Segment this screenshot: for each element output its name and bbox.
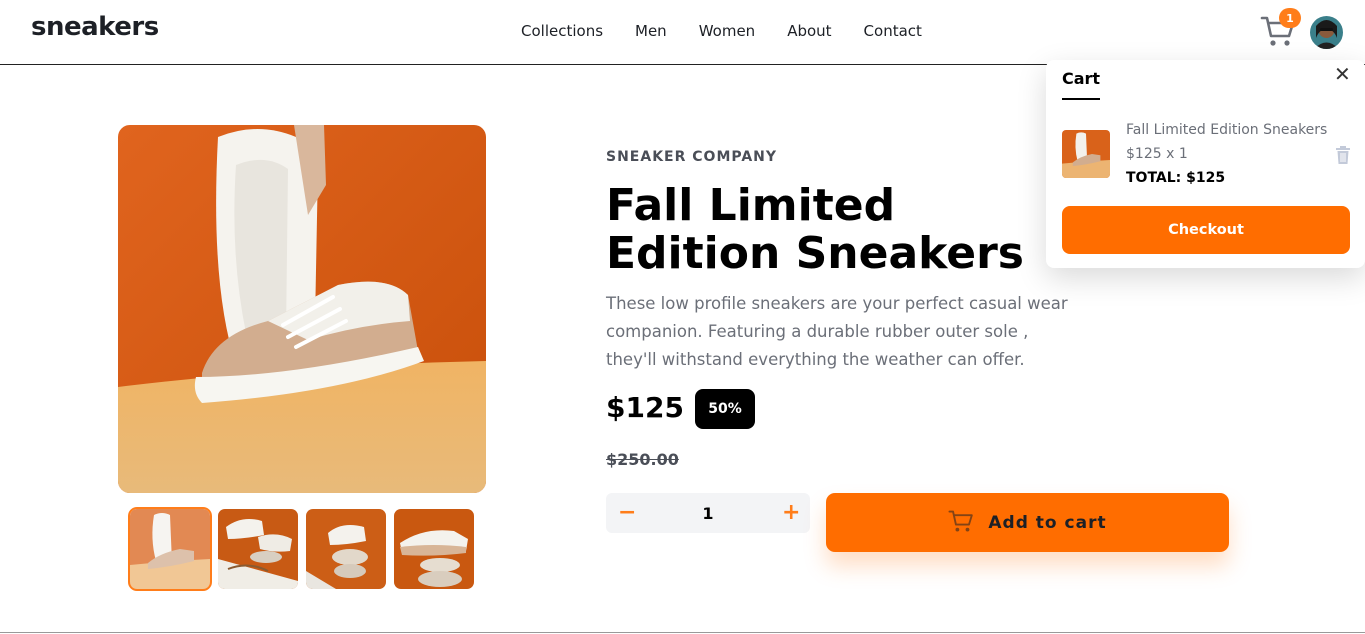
nav-collections[interactable]: Collections [521, 22, 603, 40]
product-description: These low profile sneakers are your perf… [606, 294, 1068, 369]
trash-icon[interactable] [1335, 146, 1351, 164]
cart-item-name: Fall Limited Edition Sneakers [1126, 122, 1328, 138]
cart-title: Cart [1062, 69, 1101, 100]
main-nav: Collections Men Women About Contact [505, 22, 938, 40]
cart-total: TOTAL: $125 [1126, 170, 1226, 186]
nav-men[interactable]: Men [635, 22, 667, 40]
thumbnail-1[interactable] [128, 507, 212, 591]
increase-quantity-button[interactable]: + [782, 502, 800, 524]
company-label: SNEAKER COMPANY [606, 149, 778, 165]
checkout-button[interactable]: Checkout [1062, 206, 1350, 254]
close-icon[interactable]: ✕ [1334, 62, 1351, 86]
original-price: $250.00 [606, 450, 679, 469]
avatar[interactable] [1310, 16, 1343, 49]
discount-badge: 50% [695, 389, 755, 429]
decrease-quantity-button[interactable]: − [618, 502, 636, 524]
nav-about[interactable]: About [787, 22, 831, 40]
thumbnail-4[interactable] [394, 509, 474, 589]
cart-count-badge: 1 [1279, 8, 1301, 28]
cart-icon [948, 508, 974, 538]
quantity-stepper: − 1 + [606, 493, 810, 533]
thumbnail-2[interactable] [218, 509, 298, 589]
cart-item-price: $125 x 1 [1126, 146, 1188, 162]
product-main-image[interactable] [118, 125, 486, 493]
cart-dropdown: Cart ✕ Fall Limited Edition Sneakers $12… [1046, 60, 1365, 268]
nav-women[interactable]: Women [699, 22, 755, 40]
quantity-value: 1 [702, 503, 714, 523]
site-header: sneakers Collections Men Women About Con… [0, 0, 1365, 65]
add-to-cart-button[interactable]: Add to cart [826, 493, 1229, 552]
thumbnail-strip [128, 507, 474, 591]
current-price: $125 [606, 391, 684, 424]
product-title: Fall Limited Edition Sneakers [606, 180, 1024, 279]
add-to-cart-label: Add to cart [988, 512, 1107, 533]
nav-contact[interactable]: Contact [864, 22, 922, 40]
page-divider [0, 632, 1365, 633]
thumbnail-3[interactable] [306, 509, 386, 589]
logo[interactable]: sneakers [31, 12, 159, 42]
cart-item-thumbnail [1062, 130, 1110, 178]
